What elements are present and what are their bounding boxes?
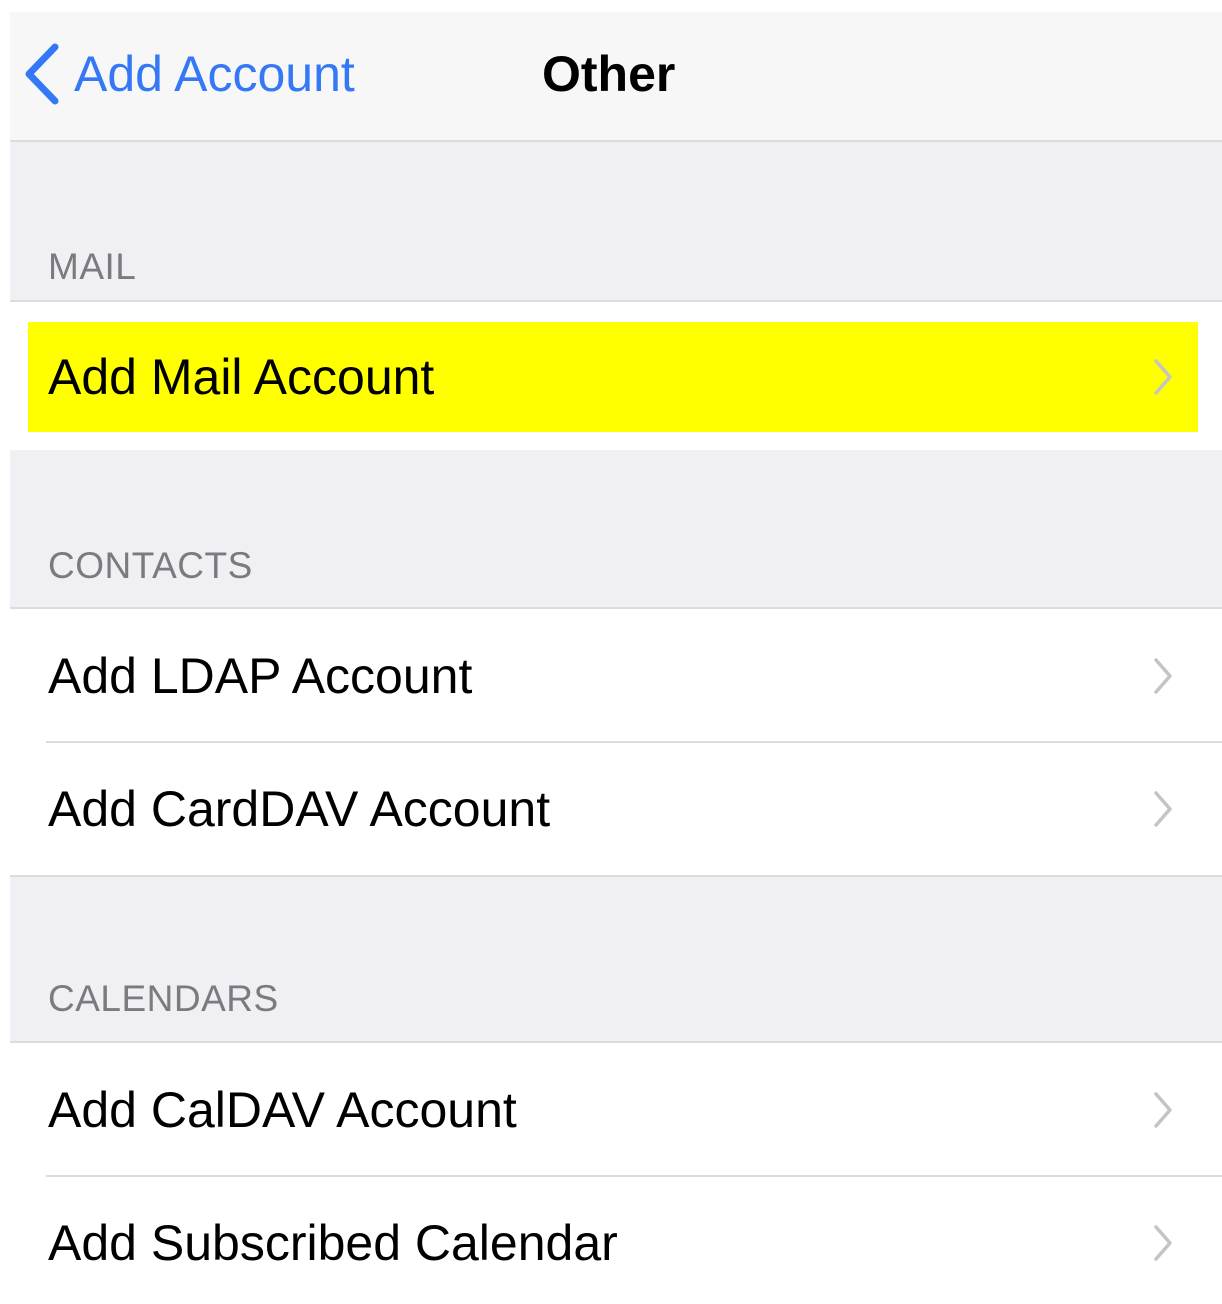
chevron-left-icon (22, 43, 60, 105)
chevron-right-icon (1152, 358, 1174, 401)
page-title: Other (542, 46, 676, 102)
row-label: Add LDAP Account (48, 647, 473, 704)
section-header-calendars: CALENDARS (48, 978, 279, 1019)
section-header-mail: MAIL (48, 246, 137, 287)
contacts-group: Add LDAP Account Add CardDAV Account (10, 607, 1222, 877)
row-label: Add Mail Account (48, 349, 435, 405)
mail-group: Add Mail Account (10, 300, 1222, 450)
back-button-label: Add Account (74, 46, 355, 102)
back-button[interactable]: Add Account (22, 42, 355, 106)
add-mail-account-row[interactable]: Add Mail Account (10, 312, 1222, 442)
add-subscribed-calendar-row[interactable]: Add Subscribed Calendar (10, 1176, 1222, 1304)
add-carddav-account-row[interactable]: Add CardDAV Account (10, 742, 1222, 875)
chevron-right-icon (1152, 1091, 1174, 1134)
navigation-bar: Add Account Other (10, 12, 1222, 142)
chevron-right-icon (1152, 657, 1174, 700)
settings-screen: Add Account Other MAIL Add Mail Account … (10, 12, 1222, 1304)
calendars-group: Add CalDAV Account Add Subscribed Calend… (10, 1041, 1222, 1304)
row-label: Add Subscribed Calendar (48, 1214, 618, 1271)
chevron-right-icon (1152, 790, 1174, 833)
row-label: Add CalDAV Account (48, 1081, 517, 1138)
row-label: Add CardDAV Account (48, 780, 551, 837)
add-caldav-account-row[interactable]: Add CalDAV Account (10, 1043, 1222, 1177)
section-header-contacts: CONTACTS (48, 545, 253, 586)
add-ldap-account-row[interactable]: Add LDAP Account (10, 609, 1222, 743)
chevron-right-icon (1152, 1224, 1174, 1267)
